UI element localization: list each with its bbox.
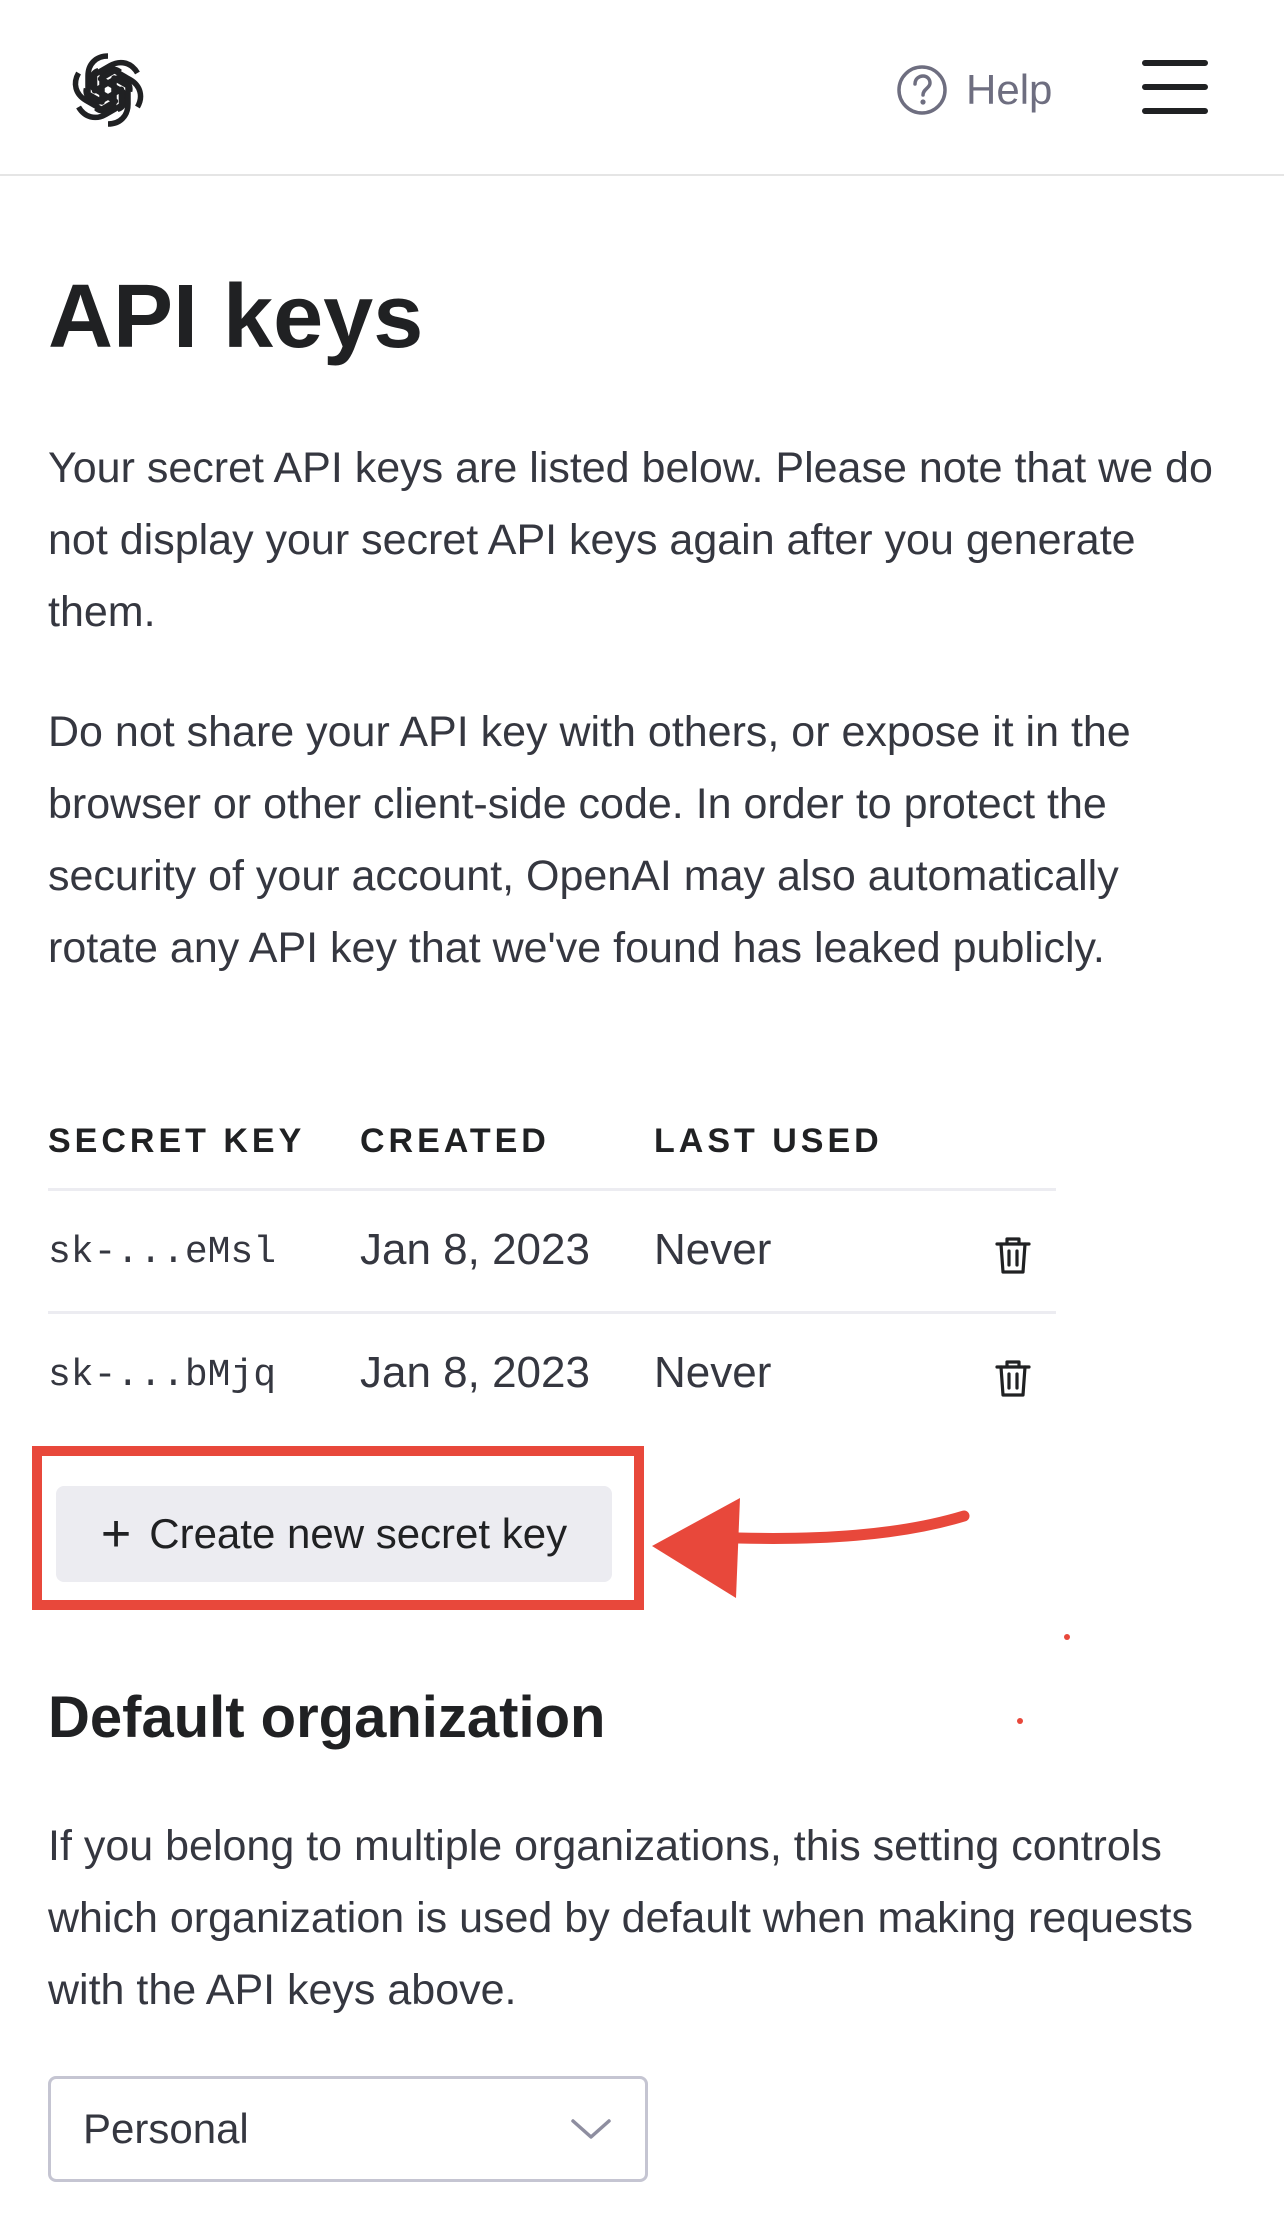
annotation-arrow-icon [652, 1498, 970, 1598]
created-date: Jan 8, 2023 [360, 1225, 590, 1274]
organization-select[interactable]: Personal [48, 2076, 648, 2182]
warning-text: Do not share your API key with others, o… [48, 708, 1131, 972]
section-title-default-organization: Default organization [48, 1685, 606, 1750]
trash-icon[interactable] [994, 1235, 1032, 1275]
table-row: sk-...bMjq Jan 8, 2023 Never [48, 1314, 1056, 1434]
annotation-dot [1017, 1718, 1023, 1724]
organization-description: If you belong to multiple organizations,… [48, 1822, 1193, 2014]
header-last-used: LAST USED [654, 1122, 883, 1160]
secret-key-value: sk-...eMsl [48, 1231, 277, 1274]
header-created: CREATED [360, 1122, 550, 1160]
plus-icon: + [100, 1505, 132, 1563]
created-date: Jan 8, 2023 [360, 1348, 590, 1397]
table-row: sk-...eMsl Jan 8, 2023 Never [48, 1191, 1056, 1314]
trash-icon[interactable] [994, 1358, 1032, 1398]
organization-select-value: Personal [83, 2105, 249, 2152]
menu-bar-middle [1142, 84, 1208, 90]
help-link[interactable]: Help [896, 60, 1052, 120]
annotation-dot [1064, 1634, 1070, 1640]
create-new-secret-key-button[interactable]: + Create new secret key [56, 1486, 612, 1582]
last-used-value: Never [654, 1225, 772, 1274]
hamburger-menu-icon[interactable] [1142, 60, 1208, 116]
page-title: API keys [48, 267, 424, 367]
question-circle-icon [897, 65, 947, 115]
help-label: Help [966, 66, 1053, 113]
header-secret-key: SECRET KEY [48, 1122, 306, 1160]
top-bar: Help [0, 0, 1284, 176]
menu-bar-top [1142, 60, 1208, 66]
table-header: SECRET KEY CREATED LAST USED [48, 1102, 1056, 1191]
menu-bar-bottom [1142, 108, 1208, 114]
api-keys-table: SECRET KEY CREATED LAST USED sk-...eMsl … [48, 1102, 1056, 1434]
secret-key-value: sk-...bMjq [48, 1354, 277, 1397]
create-button-label: Create new secret key [149, 1510, 568, 1557]
openai-logo-icon[interactable] [66, 48, 150, 132]
chevron-down-icon [571, 2119, 611, 2139]
intro-text: Your secret API keys are listed below. P… [48, 444, 1213, 636]
last-used-value: Never [654, 1348, 772, 1397]
